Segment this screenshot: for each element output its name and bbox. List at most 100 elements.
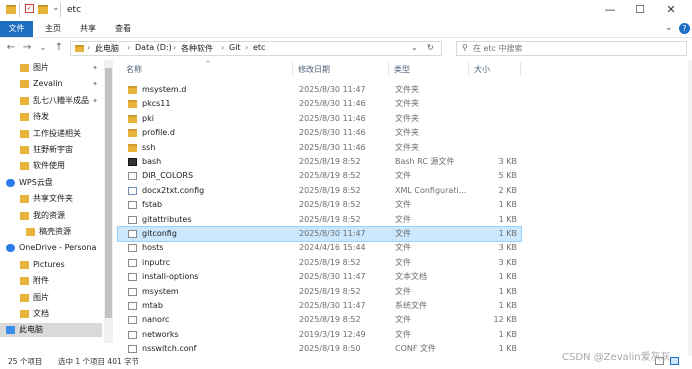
sidebar-item[interactable]: 软件使用 — [0, 159, 102, 173]
file-row[interactable]: nsswitch.conf 2025/8/19 8:50 CONF 文件 1 KB — [118, 342, 521, 356]
column-header-name[interactable]: 名称 — [126, 64, 142, 75]
column-divider[interactable] — [388, 62, 389, 76]
back-icon[interactable]: ← — [4, 42, 18, 54]
expand-ribbon-icon[interactable]: ⌄ — [665, 23, 673, 33]
new-folder-icon[interactable] — [38, 5, 48, 14]
sidebar-item[interactable]: 文档 — [0, 307, 102, 321]
file-row[interactable]: inputrc 2025/8/19 8:52 文件 3 KB — [118, 256, 521, 270]
file-date: 2025/8/19 8:52 — [299, 171, 361, 181]
bash-file-icon — [128, 158, 137, 166]
file-row[interactable]: nanorc 2025/8/19 8:52 文件 12 KB — [118, 313, 521, 327]
file-row[interactable]: ssh 2025/8/30 11:46 文件夹 — [118, 141, 521, 155]
column-header-date[interactable]: 修改日期 — [298, 64, 330, 75]
file-type: 文件 — [395, 214, 411, 224]
file-row[interactable]: pkcs11 2025/8/30 11:46 文件夹 — [118, 97, 521, 111]
folder-icon — [20, 146, 29, 154]
minimize-button[interactable]: — — [596, 0, 624, 21]
file-row[interactable]: DIR_COLORS 2025/8/19 8:52 文件 5 KB — [118, 169, 521, 183]
breadcrumb-git[interactable]: Git — [229, 43, 241, 52]
sidebar-item[interactable]: OneDrive - Persona — [0, 241, 102, 255]
file-name: fstab — [142, 200, 163, 210]
file-date: 2025/8/30 11:46 — [299, 128, 366, 138]
breadcrumb-software[interactable]: 各种软件 — [181, 43, 213, 54]
sidebar-item[interactable]: 此电脑 — [0, 323, 102, 338]
column-header-type[interactable]: 类型 — [394, 64, 410, 75]
file-size: 1 KB — [498, 200, 517, 210]
close-button[interactable]: ✕ — [657, 0, 685, 21]
quick-access-dropdown-icon[interactable]: ⌄ — [52, 3, 60, 13]
sidebar-item-label: 此电脑 — [19, 325, 43, 335]
properties-icon[interactable]: ✓ — [25, 4, 34, 13]
tab-share[interactable]: 共享 — [80, 21, 96, 37]
navigation-pane: 图片 ✦ Zevalin ✦ 乱七八糟半成品 ✦ 待发 工作投递相关 狂野新宇宙 软件使用 WPS云… — [0, 60, 115, 356]
column-header-size[interactable]: 大小 — [474, 64, 490, 75]
tab-file[interactable]: 文件 — [0, 21, 33, 37]
breadcrumb-etc[interactable]: etc — [253, 43, 265, 52]
column-divider[interactable] — [468, 62, 469, 76]
file-row[interactable]: bash 2025/8/19 8:52 Bash RC 源文件 3 KB — [118, 155, 521, 169]
refresh-icon[interactable]: ↻ — [427, 43, 434, 52]
folder-icon — [20, 162, 29, 171]
sidebar-item[interactable]: 图片 — [0, 291, 102, 305]
nav-scrollbar-thumb[interactable] — [105, 68, 112, 318]
sidebar-item[interactable]: 图片 ✦ — [0, 61, 102, 75]
sidebar-item[interactable]: 附件 — [0, 274, 102, 288]
file-size: 1 KB — [498, 272, 517, 282]
pin-icon: ✦ — [92, 80, 98, 89]
sidebar-item[interactable]: WPS云盘 — [0, 176, 102, 190]
sidebar-item[interactable]: 共享文件夹 — [0, 192, 102, 206]
sidebar-item[interactable]: Zevalin ✦ — [0, 77, 102, 91]
cloud-icon — [6, 244, 15, 253]
file-row[interactable]: mtab 2025/8/30 11:47 系统文件 1 KB — [118, 299, 521, 313]
file-row[interactable]: msystem.d 2025/8/30 11:47 文件夹 — [118, 83, 521, 97]
file-row[interactable]: gitattributes 2025/8/19 8:52 文件 1 KB — [118, 213, 521, 227]
address-dropdown-icon[interactable]: ⌄ — [411, 43, 418, 52]
file-row[interactable]: fstab 2025/8/19 8:52 文件 1 KB — [118, 198, 521, 212]
window-folder-icon — [6, 5, 16, 14]
maximize-button[interactable]: ☐ — [626, 0, 654, 21]
recent-locations-icon[interactable]: ⌄ — [36, 42, 50, 54]
file-row[interactable]: docx2txt.config 2025/8/19 8:52 XML Configu… — [118, 184, 521, 198]
breadcrumb-this-pc[interactable]: 此电脑 — [95, 43, 119, 54]
address-bar[interactable]: › 此电脑 › Data (D:) › 各种软件 › Git › etc ⌄ ↻ — [70, 41, 442, 56]
tab-view[interactable]: 查看 — [115, 21, 131, 37]
file-date: 2025/8/19 8:52 — [299, 200, 361, 210]
file-date: 2025/8/30 11:47 — [299, 301, 366, 310]
sidebar-item-label: 狂野新宇宙 — [33, 145, 73, 154]
forward-icon[interactable]: → — [20, 42, 34, 54]
sidebar-item-label: 我的资源 — [33, 210, 65, 220]
sidebar-item[interactable]: Pictures — [0, 258, 102, 272]
file-type: 文件 — [395, 315, 411, 325]
file-row[interactable]: pki 2025/8/30 11:46 文件夹 — [118, 112, 521, 126]
column-divider[interactable] — [520, 62, 521, 76]
list-scrollbar[interactable] — [688, 60, 692, 356]
file-row[interactable]: gitconfig 2025/8/30 11:47 文件 1 KB — [117, 226, 522, 242]
sidebar-item[interactable]: 狂野新宇宙 — [0, 143, 102, 157]
sidebar-item[interactable]: 工作投递相关 — [0, 127, 102, 141]
file-size: 2 KB — [498, 185, 517, 195]
sidebar-item[interactable]: 待发 — [0, 110, 102, 124]
sidebar-item[interactable]: 乱七八糟半成品 ✦ — [0, 94, 102, 108]
column-divider[interactable] — [292, 62, 293, 76]
file-icon — [128, 316, 137, 325]
file-size: 1 KB — [498, 214, 517, 224]
pin-icon: ✦ — [92, 96, 98, 105]
help-icon[interactable]: ? — [679, 23, 690, 34]
file-row[interactable]: profile.d 2025/8/30 11:46 文件夹 — [118, 126, 521, 140]
up-icon[interactable]: ↑ — [52, 42, 66, 54]
file-list: ^ 名称 修改日期 类型 大小 msystem.d 2025/8/30 11:47… — [117, 60, 688, 356]
file-date: 2025/8/30 11:46 — [299, 99, 366, 109]
sidebar-item[interactable]: 我的资源 — [0, 209, 102, 223]
search-input[interactable]: ⚲ 在 etc 中搜索 — [456, 41, 687, 56]
file-row[interactable]: msystem 2025/8/19 8:52 文件 1 KB — [118, 285, 521, 299]
sidebar-item[interactable]: 稿壳资源 — [0, 225, 102, 239]
breadcrumb-data-d[interactable]: Data (D:) — [135, 43, 172, 52]
file-row[interactable]: install-options 2025/8/30 11:47 文本文档 1 KB — [118, 270, 521, 284]
title-bar: ✓ ⌄ etc — ☐ ✕ — [0, 0, 692, 21]
file-row[interactable]: networks 2019/3/19 12:49 文件 1 KB — [118, 328, 521, 342]
tab-home[interactable]: 主页 — [45, 21, 61, 37]
file-row[interactable]: hosts 2024/4/16 15:44 文件 3 KB — [118, 241, 521, 255]
large-icons-view-icon[interactable] — [670, 357, 679, 365]
file-date: 2025/8/19 8:50 — [299, 344, 361, 354]
file-name: msystem — [142, 286, 179, 296]
